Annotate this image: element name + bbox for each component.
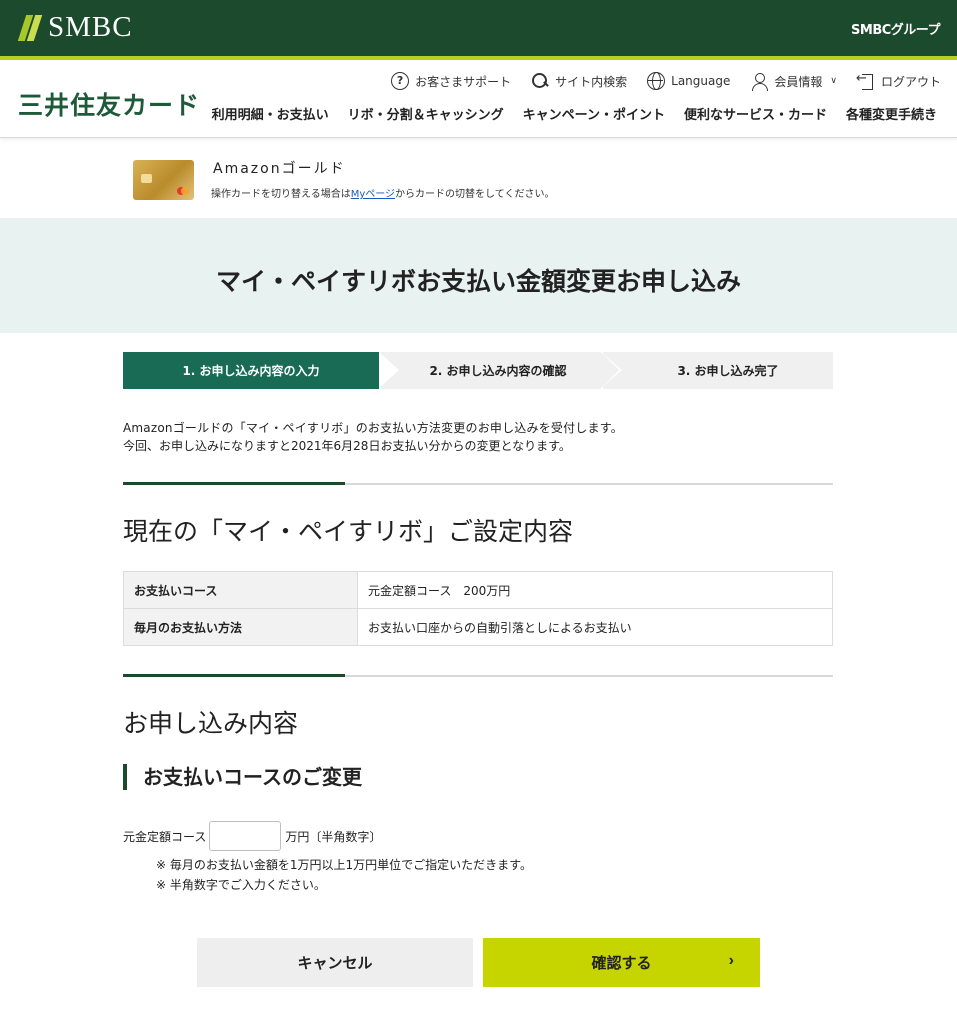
row-label: 毎月のお支払い方法 [123,608,358,646]
intro-line-1: Amazonゴールドの「マイ・ペイすリボ」のお支払い方法変更のお申し込みを受付し… [123,421,623,435]
search-icon [531,72,549,90]
smbc-group-link[interactable]: SMBCグループ [851,19,940,38]
row-value: お支払い口座からの自動引落としによるお支払い [357,608,833,646]
section-divider [123,674,833,677]
gnav-campaign-points[interactable]: キャンペーン・ポイント [523,104,665,123]
step-complete: 3. お申し込み完了 [603,352,833,389]
smbc-logo[interactable]: SMBC [17,11,133,44]
amount-form-row: 元金定額コース 万円〔半角数字〕 [123,821,381,851]
confirm-button-label: 確認する [591,955,652,972]
note-item: ※ 半角数字でご入力ください。 [156,878,326,892]
gnav-statement-payment[interactable]: 利用明細・お支払い [212,104,329,123]
confirm-button[interactable]: 確認する › [483,938,760,987]
cancel-button[interactable]: キャンセル [197,938,473,987]
row-value: 元金定額コース 200万円 [357,571,833,609]
gnav-services-cards[interactable]: 便利なサービス・カード [684,104,827,123]
amount-unit-label: 万円〔半角数字〕 [285,829,382,844]
amount-field-label: 元金定額コース [123,829,207,844]
card-name: Amazonゴールド [213,161,346,177]
step-input-active: 1. お申し込み内容の入力 [123,352,397,389]
table-row: 毎月のお支払い方法 お支払い口座からの自動引落としによるお支払い [123,608,833,646]
chevron-right-icon: › [728,952,734,969]
globe-icon [647,72,666,90]
page-title-band: マイ・ペイすリボお支払い金額変更お申し込み [0,218,957,333]
intro-text: Amazonゴールドの「マイ・ペイすリボ」のお支払い方法変更のお申し込みを受付し… [123,419,623,455]
intro-line-2: 今回、お申し込みになりますと2021年6月28日お支払い分からの変更となります。 [123,439,571,453]
brand-logo[interactable]: 三井住友カード [18,86,200,122]
section-divider [123,482,833,485]
user-icon [750,72,769,91]
utility-nav: ? お客さまサポート サイト内検索 Language 会員情報 ∨ ログアウト [391,71,941,91]
current-settings-heading: 現在の「マイ・ペイすリボ」ご設定内容 [123,517,574,546]
gnav-revolving-cashing[interactable]: リボ・分割＆キャッシング [348,104,504,123]
language-link[interactable]: Language [647,72,730,90]
member-info-menu[interactable]: 会員情報 ∨ [750,72,837,91]
page-title: マイ・ペイすリボお支払い金額変更お申し込み [215,267,741,296]
card-switch-note: 操作カードを切り替える場合はMyページからカードの切替をしてください。 [211,189,555,200]
logout-link[interactable]: ログアウト [856,71,941,90]
help-icon: ? [391,72,410,90]
chevron-down-icon: ∨ [830,76,837,86]
gnav-change-procedures[interactable]: 各種変更手続き [846,104,937,123]
progress-steps: 1. お申し込み内容の入力 2. お申し込み内容の確認 3. お申し込み完了 [123,352,833,389]
global-nav: 利用明細・お支払い リボ・分割＆キャッシング キャンペーン・ポイント 便利なサー… [212,104,937,123]
card-image [133,160,194,200]
amount-notes: ※ 毎月のお支払い金額を1万円以上1万円単位でご指定いただきます。 ※ 半角数字… [156,855,532,895]
my-page-link[interactable]: Myページ [351,189,395,200]
card-chip-icon [141,174,152,183]
smbc-logo-text: SMBC [48,11,133,43]
mastercard-icon [177,187,189,195]
logout-icon [856,71,875,90]
table-row: お支払いコース 元金定額コース 200万円 [123,571,833,609]
note-item: ※ 毎月のお支払い金額を1万円以上1万円単位でご指定いただきます。 [156,858,532,872]
application-heading: お申し込み内容 [123,709,299,738]
amount-input[interactable] [209,821,282,851]
smbc-leaf-icon [17,13,43,43]
step-confirm: 2. お申し込み内容の確認 [379,352,622,389]
row-label: お支払いコース [123,571,358,609]
top-bar: SMBC SMBCグループ [0,0,957,56]
site-search-link[interactable]: サイト内検索 [531,72,627,90]
payment-course-subheading: お支払いコースのご変更 [123,764,362,790]
support-link[interactable]: ? お客さまサポート [391,72,511,90]
current-card-row: Amazonゴールド 操作カードを切り替える場合はMyページからカードの切替をし… [133,158,833,202]
site-header: 三井住友カード ? お客さまサポート サイト内検索 Language 会員情報 … [0,60,957,138]
current-settings-table: お支払いコース 元金定額コース 200万円 毎月のお支払い方法 お支払い口座から… [123,571,833,646]
